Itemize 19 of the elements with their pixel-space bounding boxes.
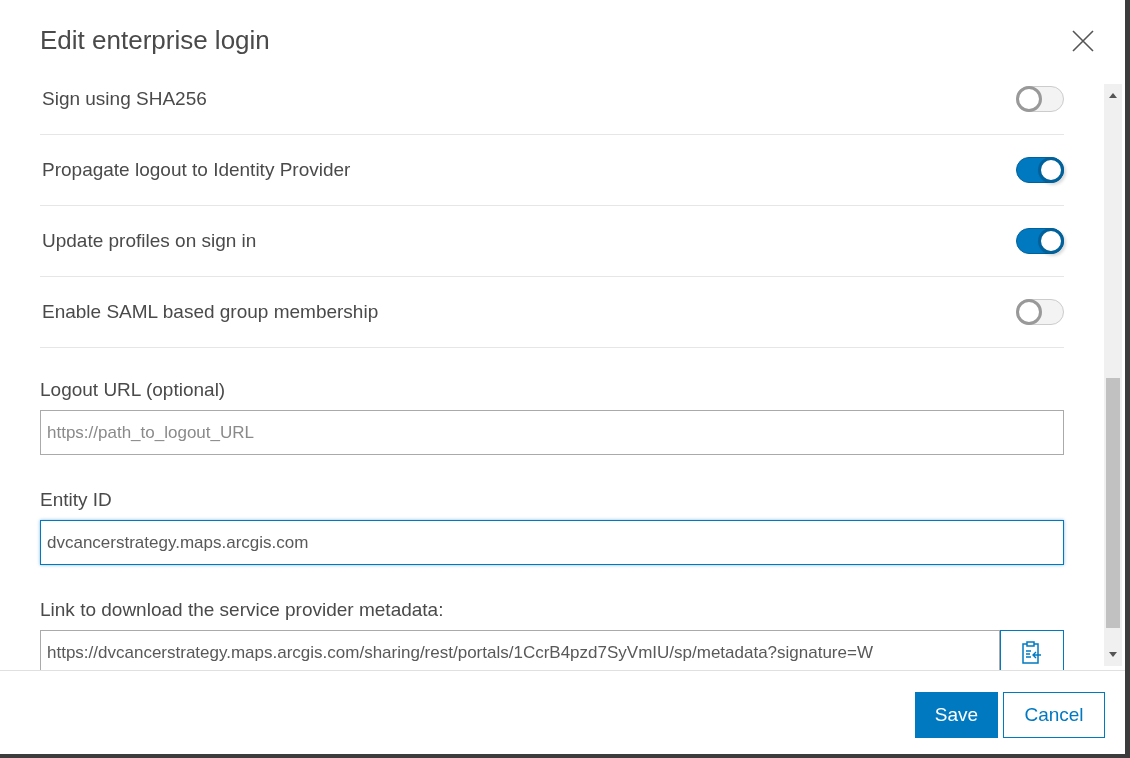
toggle-label: Enable SAML based group membership bbox=[42, 301, 379, 323]
copy-button[interactable] bbox=[1000, 630, 1064, 670]
field-label: Link to download the service provider metadata: bbox=[40, 600, 444, 620]
toggle-label: Propagate logout to Identity Provider bbox=[42, 159, 351, 181]
field-label: Logout URL (optional) bbox=[40, 380, 226, 400]
input-field[interactable]: https://path_to_logout_URL bbox=[40, 410, 1064, 455]
cancel-button[interactable]: Cancel bbox=[1003, 692, 1105, 738]
toggle-switch[interactable] bbox=[1016, 228, 1064, 254]
scrollbar[interactable] bbox=[1104, 84, 1122, 666]
input-field[interactable]: https://dvcancerstrategy.maps.arcgis.com/sharing/rest/portals/1CcrB4pzd7SyVmIU/sp/metadata?signature=W bbox=[40, 630, 1000, 670]
toggle-label: Update profiles on sign in bbox=[42, 230, 257, 252]
save-button[interactable]: Save bbox=[915, 692, 998, 738]
close-icon[interactable] bbox=[1072, 30, 1094, 52]
field-label: Entity ID bbox=[40, 490, 112, 510]
clipboard-icon bbox=[1022, 641, 1042, 664]
toggle-switch[interactable] bbox=[1016, 157, 1064, 183]
input-field[interactable]: dvcancerstrategy.maps.arcgis.com bbox=[40, 520, 1064, 565]
toggle-label: Sign using SHA256 bbox=[42, 88, 207, 110]
dialog-title: Edit enterprise login bbox=[40, 25, 270, 55]
